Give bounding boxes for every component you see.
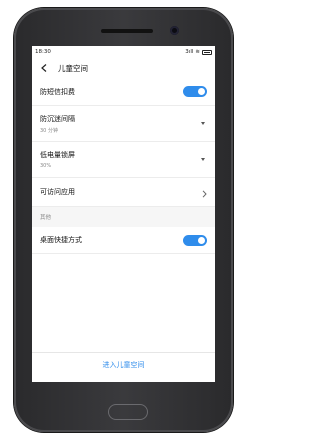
section-header-other: 其他: [32, 207, 215, 227]
front-camera-icon: [170, 26, 179, 35]
home-button[interactable]: [108, 404, 148, 420]
setting-row-addiction-interval[interactable]: 防沉迷间隔 30 分钟: [32, 106, 215, 142]
setting-text: 低电量锁屏 30%: [40, 150, 75, 169]
setting-value: 30%: [40, 163, 52, 169]
chevron-right-icon: [202, 183, 207, 202]
setting-value: 30 分钟: [40, 127, 58, 134]
status-bar: 18:30 3ıll ≋: [32, 46, 215, 58]
wifi-icon: ≋: [195, 49, 200, 55]
setting-label: 可访问应用: [40, 188, 75, 196]
setting-label: 桌面快捷方式: [40, 236, 82, 244]
battery-icon: [202, 49, 212, 55]
status-indicators: 3ıll ≋: [185, 49, 212, 55]
back-arrow-icon[interactable]: [40, 64, 48, 72]
speaker-grille: [101, 29, 153, 33]
page-title: 儿童空间: [58, 63, 88, 73]
setting-text: 防沉迷间隔 30 分钟: [40, 114, 75, 134]
setting-label: 防沉迷间隔: [40, 114, 75, 123]
toggle-knob: [198, 236, 205, 244]
enter-kids-space-button[interactable]: 进入儿童空间: [32, 354, 215, 376]
divider: [32, 351, 215, 352]
screen: 18:30 3ıll ≋ 儿童空间 防短信扣费 防沉迷间隔 30 分钟 低电量锁…: [32, 46, 215, 382]
dropdown-arrow-icon[interactable]: [201, 122, 205, 125]
dropdown-arrow-icon[interactable]: [201, 158, 205, 161]
toggle-knob: [198, 88, 205, 95]
setting-row-sms-block[interactable]: 防短信扣费: [32, 78, 215, 106]
setting-label: 防短信扣费: [40, 87, 75, 96]
status-time: 18:30: [35, 49, 51, 55]
setting-row-shortcut[interactable]: 桌面快捷方式: [32, 227, 215, 254]
shortcut-toggle[interactable]: [183, 234, 207, 246]
title-bar: 儿童空间: [32, 58, 215, 78]
sms-block-toggle[interactable]: [183, 86, 207, 97]
setting-row-accessible-apps[interactable]: 可访问应用: [32, 178, 215, 207]
setting-label: 低电量锁屏: [40, 151, 75, 159]
setting-row-low-battery[interactable]: 低电量锁屏 30%: [32, 142, 215, 178]
signal-icon: 3ıll: [185, 49, 194, 55]
